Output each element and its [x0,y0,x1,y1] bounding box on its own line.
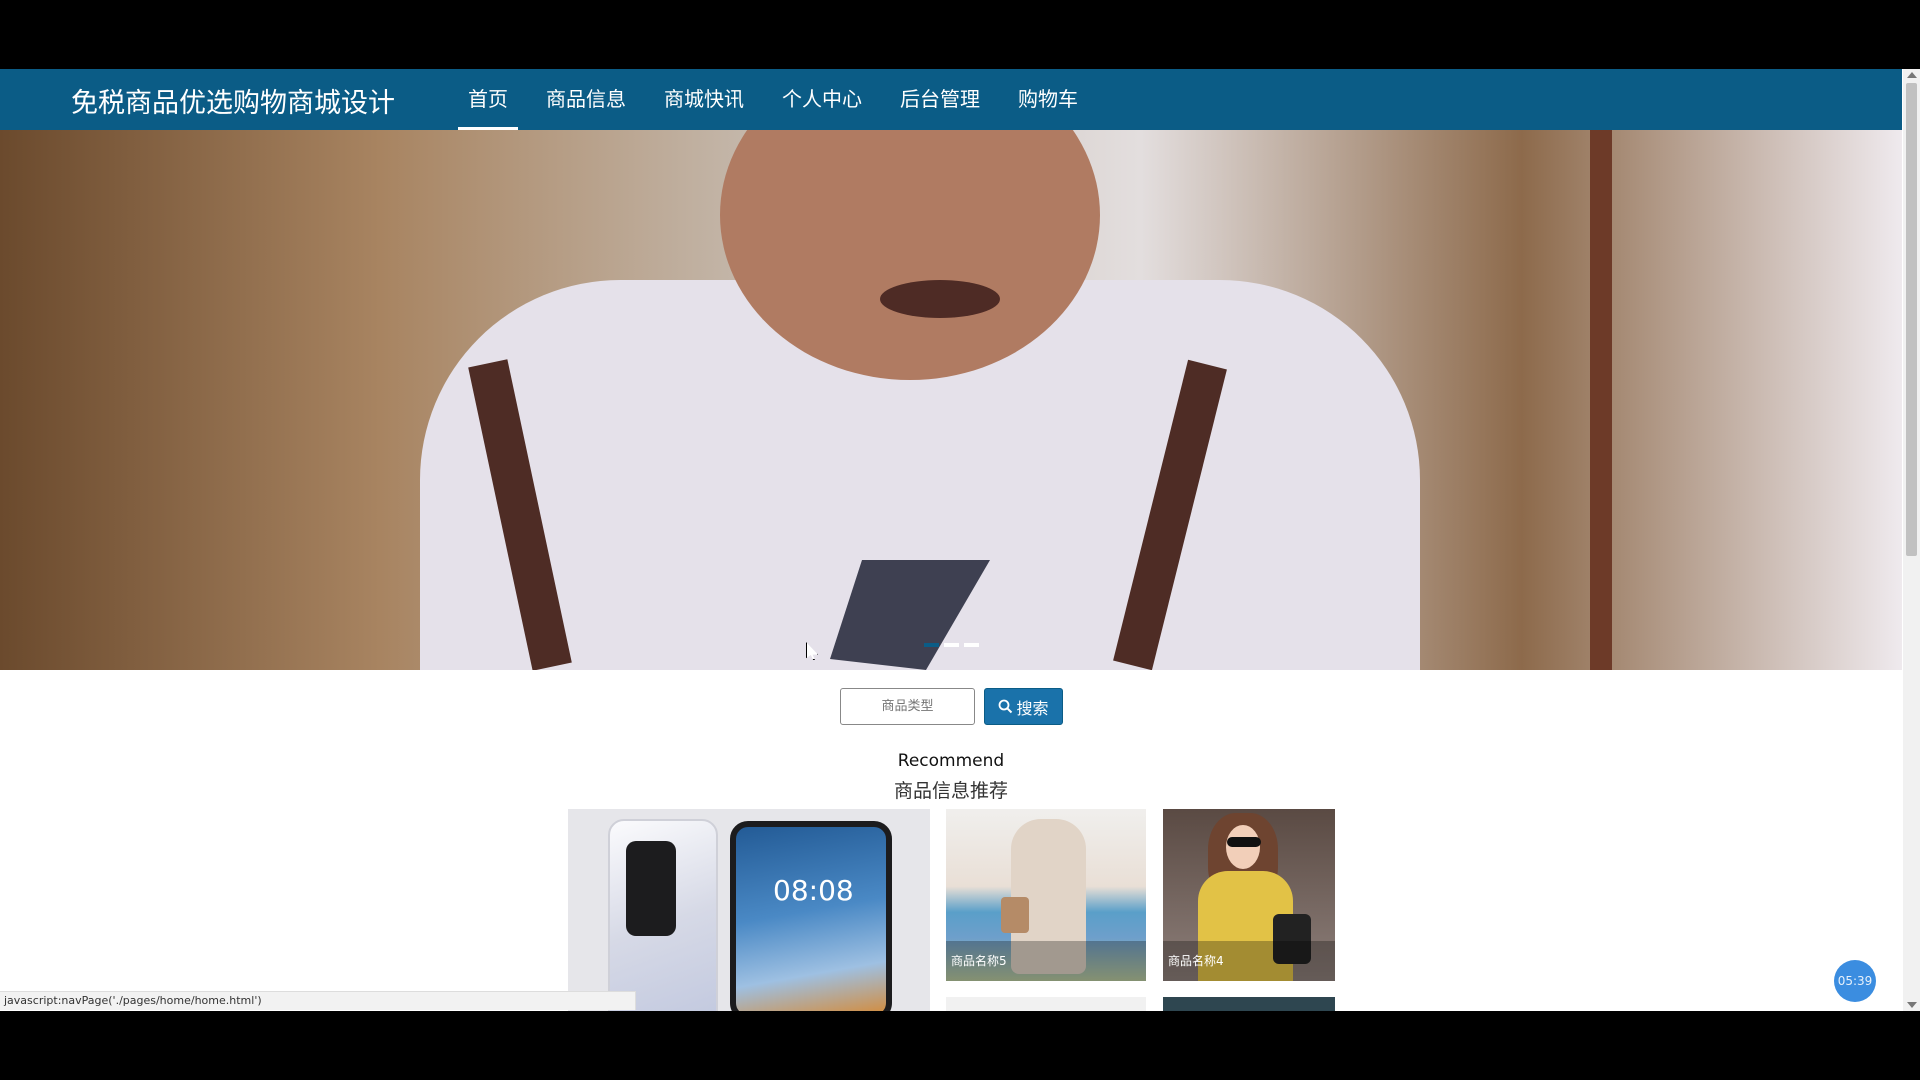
nav-home[interactable]: 首页 [450,69,526,130]
product-card-dress[interactable]: 商品名称5 [946,809,1146,981]
sunglasses-image [1227,837,1261,847]
scroll-thumb[interactable] [1906,83,1917,556]
carousel-banner[interactable] [0,130,1902,670]
carousel-dot[interactable] [964,643,979,647]
browser-viewport: 免税商品优选购物商城设计 首页 商品信息 商城快讯 个人中心 后台管理 购物车 [0,69,1920,1011]
product-card-sweater[interactable]: 商品名称4 [1163,809,1335,981]
recommend-title-cn: 商品信息推荐 [893,780,1008,802]
banner-image-doorframe [1590,130,1612,670]
nav-admin[interactable]: 后台管理 [882,69,998,130]
product-card-phone[interactable]: 08:08 [568,809,930,1011]
carousel-dot[interactable] [924,643,939,647]
recommend-title-en: Recommend [897,751,1005,771]
phone-clock-text: 08:08 [773,874,854,907]
banner-image-mouth [880,280,1000,318]
product-card-partial[interactable] [946,997,1146,1011]
scroll-up-arrow-icon[interactable] [1907,72,1917,78]
site-title: 免税商品优选购物商城设计 [71,88,395,119]
product-card-partial[interactable] [1163,997,1335,1011]
carousel-indicators [924,643,979,647]
search-icon [999,699,1013,714]
product-name-label: 商品名称5 [946,941,1146,981]
nav-products[interactable]: 商品信息 [528,69,644,130]
handbag-image [1001,897,1029,933]
nav-news[interactable]: 商城快讯 [646,69,762,130]
search-bar: 搜索 [840,688,1063,725]
model-face-image [1226,825,1260,869]
search-button-label: 搜索 [1016,698,1049,718]
main-nav: 首页 商品信息 商城快讯 个人中心 后台管理 购物车 [450,69,1098,130]
product-type-input[interactable] [840,688,975,725]
product-name-label: 商品名称4 [1163,941,1335,981]
vertical-scrollbar[interactable] [1903,69,1920,1011]
scroll-down-arrow-icon[interactable] [1907,1002,1917,1008]
search-button[interactable]: 搜索 [984,688,1063,725]
recording-timer-badge: 05:39 [1834,960,1876,1002]
nav-cart[interactable]: 购物车 [1000,69,1096,130]
phone-camera-image [626,841,676,936]
nav-user-center[interactable]: 个人中心 [764,69,880,130]
browser-status-bar: javascript:navPage('./pages/home/home.ht… [0,991,636,1010]
top-navbar: 免税商品优选购物商城设计 首页 商品信息 商城快讯 个人中心 后台管理 购物车 [0,69,1902,130]
carousel-dot[interactable] [944,643,959,647]
phone-front-image [730,821,892,1011]
